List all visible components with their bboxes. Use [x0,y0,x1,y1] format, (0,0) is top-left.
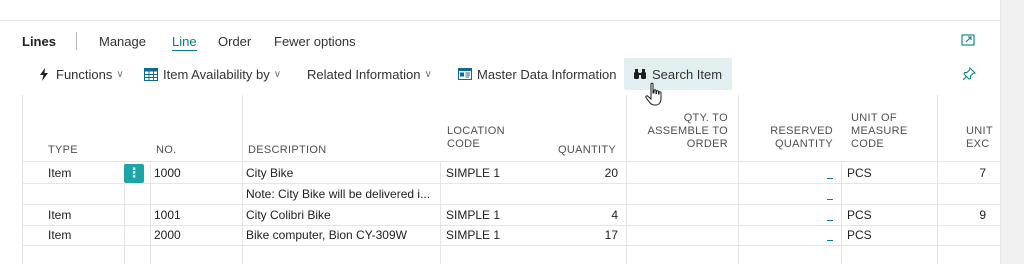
cell-unit-of-measure[interactable]: PCS [847,163,927,183]
scrollbar-edge [1000,0,1001,264]
tab-order[interactable]: Order [218,34,251,49]
column-border [150,161,151,264]
header-line: QUANTITY [774,138,833,150]
cell-quantity[interactable]: 4 [542,205,618,225]
header-row-border [22,161,1000,162]
lines-grid: TYPE NO. DESCRIPTION LOCATION CODE QUANT… [22,95,1000,264]
column-border [22,95,23,264]
column-border [738,95,739,264]
column-border [440,161,441,264]
cell-unit-of-measure[interactable]: PCS [847,205,927,225]
scrollbar-track[interactable] [1000,0,1024,264]
header-line: QTY. TO [683,112,728,124]
functions-button[interactable]: Functions ∨ [37,58,124,90]
column-header-no[interactable]: NO. [156,144,176,157]
header-line: LOCATION [447,125,505,137]
cell-no[interactable]: 1001 [154,205,234,225]
item-availability-label: Item Availability by [163,66,270,82]
reserved-quantity-link[interactable] [827,178,833,179]
column-header-unit-of-measure-code[interactable]: UNIT OF MEASURE CODE [851,112,908,151]
master-data-information-button[interactable]: Master Data Information [458,58,616,90]
header-separator [76,32,77,50]
header-line: UNIT [966,125,993,137]
column-border [841,161,842,264]
column-header-unit-price[interactable]: UNIT EXC [966,125,993,151]
header-line: RESERVED [770,125,833,137]
part-title: Lines [22,34,56,49]
card-icon [458,67,472,81]
tab-manage[interactable]: Manage [99,34,146,49]
search-item-label: Search Item [652,66,723,82]
search-item-button[interactable]: Search Item [624,58,732,90]
cell-quantity[interactable]: 20 [542,163,618,183]
binoculars-icon [633,67,647,81]
reserved-quantity-link[interactable] [827,240,833,241]
reserved-quantity-link[interactable] [827,220,833,221]
related-information-button[interactable]: Related Information ∨ [307,58,432,90]
cell-description[interactable]: City Colibri Bike [246,205,436,225]
header-line: UNIT OF [851,112,897,124]
expand-icon[interactable] [961,33,975,47]
row-border [22,245,1000,246]
column-header-qty-to-assemble[interactable]: QTY. TO ASSEMBLE TO ORDER [632,112,728,151]
cell-no[interactable]: 1000 [154,163,234,183]
cell-description[interactable]: Bike computer, Bion CY-309W [246,225,436,245]
cell-description[interactable]: City Bike [246,163,436,183]
column-border [626,95,627,264]
header-line: CODE [447,138,480,150]
lightning-icon [37,67,51,81]
row-border [22,183,1000,184]
tab-line[interactable]: Line [172,34,197,51]
table-icon [144,67,158,81]
column-header-description[interactable]: DESCRIPTION [248,144,326,157]
item-availability-button[interactable]: Item Availability by ∨ [144,58,281,90]
column-border [242,95,243,264]
cell-type[interactable]: Item [48,205,118,225]
cell-description[interactable]: Note: City Bike will be delivered i... [246,184,436,204]
column-border [937,95,938,264]
column-header-quantity[interactable]: QUANTITY [536,144,616,157]
chevron-down-icon: ∨ [273,68,282,80]
section-divider [0,20,1000,21]
header-line: EXC [966,138,990,150]
cell-quantity[interactable]: 17 [542,225,618,245]
column-header-reserved-quantity[interactable]: RESERVED QUANTITY [742,125,833,151]
cell-unit-price[interactable]: 7 [962,163,986,183]
cell-unit-of-measure[interactable]: PCS [847,225,927,245]
reserved-quantity-link[interactable] [827,199,833,200]
column-header-location-code[interactable]: LOCATION CODE [447,125,505,151]
related-information-label: Related Information [307,66,421,82]
cell-unit-price[interactable]: 9 [962,205,986,225]
header-line: ASSEMBLE TO [647,125,728,137]
tab-fewer-options[interactable]: Fewer options [274,34,356,49]
cell-location-code[interactable]: SIMPLE 1 [446,163,536,183]
column-header-type[interactable]: TYPE [48,144,78,157]
header-line: CODE [851,138,884,150]
cell-no[interactable]: 2000 [154,225,234,245]
functions-label: Functions [56,66,113,82]
chevron-down-icon: ∨ [116,68,124,80]
header-line: MEASURE [851,125,908,137]
row-actions-menu-button[interactable]: ⋮ [124,164,144,183]
cell-location-code[interactable]: SIMPLE 1 [446,225,536,245]
pin-icon[interactable] [962,67,976,81]
chevron-down-icon: ∨ [424,68,432,80]
cell-type[interactable]: Item [48,163,118,183]
header-line: ORDER [686,138,728,150]
cell-type[interactable]: Item [48,225,118,245]
master-data-information-label: Master Data Information [477,66,617,82]
cell-location-code[interactable]: SIMPLE 1 [446,205,536,225]
